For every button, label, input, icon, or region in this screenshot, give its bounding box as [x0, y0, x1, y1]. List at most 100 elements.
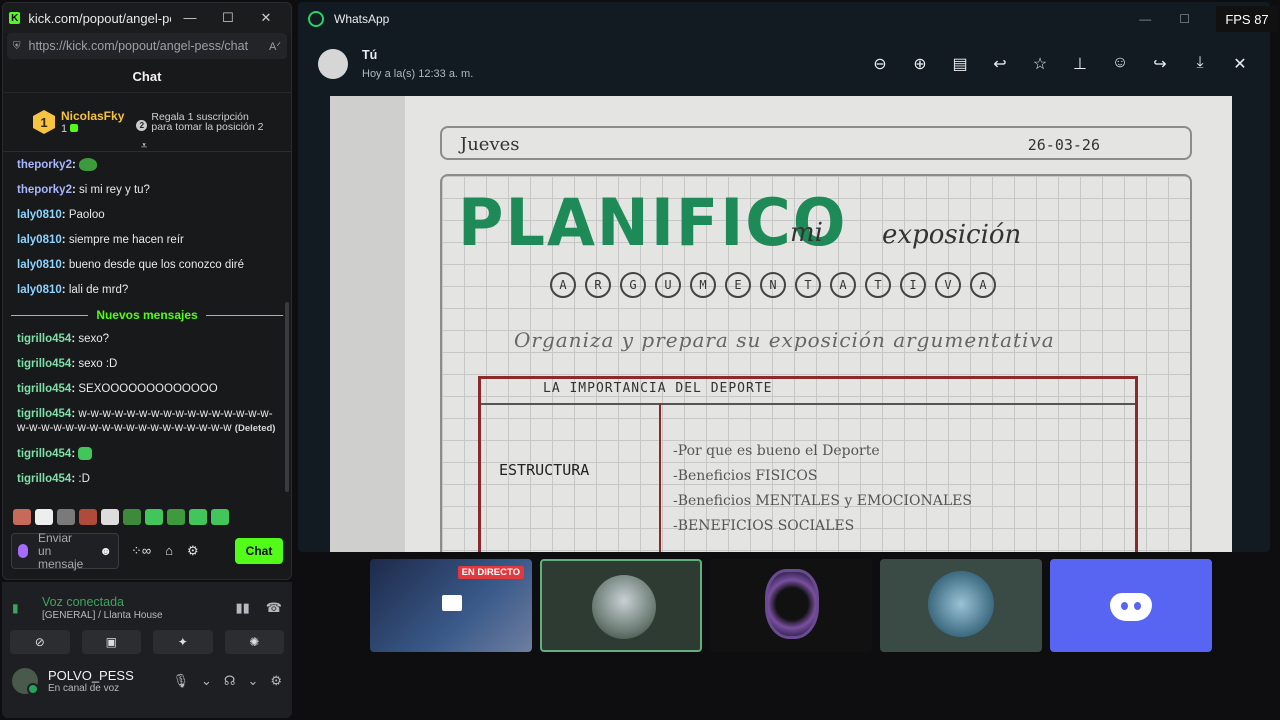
headphones-icon[interactable]: ☊	[224, 673, 236, 689]
close-icon[interactable]: ✕	[1230, 54, 1250, 74]
emote-icon[interactable]	[79, 509, 97, 525]
chat-username[interactable]: laly0810	[17, 209, 62, 221]
reply-icon[interactable]: ↩	[990, 54, 1010, 74]
star-icon[interactable]: ☆	[1030, 54, 1050, 74]
store-icon[interactable]: ⌂	[165, 543, 173, 559]
download-icon[interactable]: ⤓	[1190, 54, 1210, 74]
pin-icon[interactable]: ⊥	[1070, 54, 1090, 74]
go-to-message-icon[interactable]: ▤	[950, 54, 970, 74]
chat-username[interactable]: tigrillo454	[17, 448, 71, 460]
kick-logo-icon: K	[9, 12, 21, 24]
emote-icon[interactable]	[211, 509, 229, 525]
table-title: LA IMPORTANCIA DEL DEPORTE	[543, 381, 773, 396]
chat-text: :D	[78, 473, 90, 485]
activities-button[interactable]: ✦	[153, 630, 213, 654]
chat-username[interactable]: laly0810	[17, 284, 62, 296]
letter-circle: A	[970, 272, 996, 298]
chat-username[interactable]: tigrillo454	[17, 408, 71, 420]
desktop: K kick.com/popout/angel-pes... — ☐ ✕ ⛨ h…	[0, 0, 1280, 720]
chat-username[interactable]: theporky2	[17, 159, 72, 171]
screen-share-button[interactable]: ▣	[81, 630, 141, 654]
minimize-icon[interactable]: —	[1139, 12, 1151, 26]
camera-off-button[interactable]: ⊘	[10, 630, 70, 654]
gear-icon[interactable]: ⚙	[187, 543, 199, 559]
zoom-out-icon[interactable]: ⊖	[870, 54, 890, 74]
chat-username[interactable]: tigrillo454	[17, 383, 71, 395]
chat-message: tigrillo454: sexo?	[17, 333, 110, 345]
maximize-icon[interactable]: ☐	[1179, 12, 1190, 26]
letter-circle: I	[900, 272, 926, 298]
top-user-count: 1	[61, 123, 68, 135]
chat-username[interactable]: laly0810	[17, 234, 62, 246]
live-badge: EN DIRECTO	[457, 566, 524, 579]
gear-icon[interactable]: ⚙	[270, 673, 282, 689]
emote-icon[interactable]	[167, 509, 185, 525]
mic-icon[interactable]: 🎙	[172, 673, 189, 689]
stream-preview-thumb[interactable]: EN DIRECTO	[370, 559, 532, 652]
chat-message: tigrillo454: w-w-w-w-w-w-w-w-w-w-w-w-w-w…	[17, 408, 276, 434]
kick-sub-icon	[70, 124, 79, 132]
emoji-icon[interactable]: ☻	[99, 544, 112, 558]
url-text: https://kick.com/popout/angel-pess/chat	[28, 39, 249, 53]
discord-preview-thumb[interactable]	[1050, 559, 1212, 652]
chat-username[interactable]: tigrillo454	[17, 333, 71, 345]
zoom-in-icon[interactable]: ⊕	[910, 54, 930, 74]
chat-username[interactable]: tigrillo454	[17, 473, 71, 485]
avatar[interactable]	[12, 668, 39, 695]
reader-mode-icon[interactable]: Aᐟ	[269, 40, 281, 53]
photo-day: Jueves	[460, 134, 520, 155]
avatar	[928, 571, 994, 637]
mic-icon[interactable]	[18, 544, 28, 558]
whatsapp-window: WhatsApp — ☐ Tú Hoy a la(s) 12:33 a. m. …	[298, 2, 1270, 552]
chat-scrollbar[interactable]	[285, 302, 289, 492]
gift-sub-prompt[interactable]: 2 Regala 1 suscripción para tomar la pos…	[136, 112, 266, 132]
emote-icon[interactable]	[189, 509, 207, 525]
emote-icon[interactable]	[13, 509, 31, 525]
app-preview-thumb[interactable]	[710, 559, 872, 652]
rank-2-badge: 2	[136, 120, 148, 131]
chat-username[interactable]: laly0810	[17, 259, 62, 271]
letter-circle: A	[830, 272, 856, 298]
kick-emote-icon	[78, 447, 93, 461]
soundboard-button[interactable]: ✺	[224, 630, 284, 654]
monitor-icon	[442, 595, 462, 611]
rank-badge: 1	[33, 110, 55, 134]
taskbar-previews: EN DIRECTO	[370, 559, 1212, 652]
emoji-icon[interactable]: ☺	[1110, 54, 1130, 74]
chevron-down-icon[interactable]: ⌄	[201, 673, 212, 689]
disconnect-icon[interactable]: ☎	[266, 600, 282, 616]
chat-username[interactable]: tigrillo454	[17, 358, 71, 370]
infinity-icon[interactable]: ⁘∞	[131, 543, 151, 559]
whatsapp-preview-thumb[interactable]	[540, 559, 702, 652]
chat-message: tigrillo454:	[17, 447, 277, 461]
letter-circle: M	[690, 272, 716, 298]
close-icon[interactable]: ✕	[247, 10, 285, 26]
emote-icon[interactable]	[57, 509, 75, 525]
maximize-icon[interactable]: ☐	[209, 10, 247, 26]
shield-logo-icon	[765, 569, 819, 639]
forward-icon[interactable]: ↪	[1150, 54, 1170, 74]
letter-circle: U	[655, 272, 681, 298]
emote-icon[interactable]	[35, 509, 53, 525]
voice-status[interactable]: Voz conectada	[42, 595, 163, 609]
table-line: -Beneficios MENTALES y EMOCIONALES	[673, 493, 972, 509]
sender-name: Tú	[362, 48, 378, 62]
profile-preview-thumb[interactable]	[880, 559, 1042, 652]
chat-send-button[interactable]: Chat	[235, 538, 283, 564]
chat-text: sexo :D	[78, 358, 118, 370]
chat-input[interactable]: Enviar un mensaje ☻	[11, 531, 119, 570]
top-user-name[interactable]: NicolasFky	[61, 109, 124, 123]
chevron-down-icon[interactable]: ⌄	[247, 673, 258, 689]
emote-icon[interactable]	[101, 509, 119, 525]
avatar[interactable]	[318, 49, 348, 79]
avatar	[592, 575, 656, 639]
voice-channel[interactable]: [GENERAL] / Llanta House	[42, 610, 163, 621]
lock-icon: ⛨	[13, 40, 21, 52]
minimize-icon[interactable]: —	[171, 10, 209, 26]
chat-username[interactable]: theporky2	[17, 184, 72, 196]
address-bar[interactable]: ⛨ https://kick.com/popout/angel-pess/cha…	[7, 33, 287, 59]
chat-message: tigrillo454: sexo :D	[17, 358, 118, 370]
soundboard-icon[interactable]: ▮▮	[235, 600, 249, 616]
emote-icon[interactable]	[123, 509, 141, 525]
emote-icon[interactable]	[145, 509, 163, 525]
